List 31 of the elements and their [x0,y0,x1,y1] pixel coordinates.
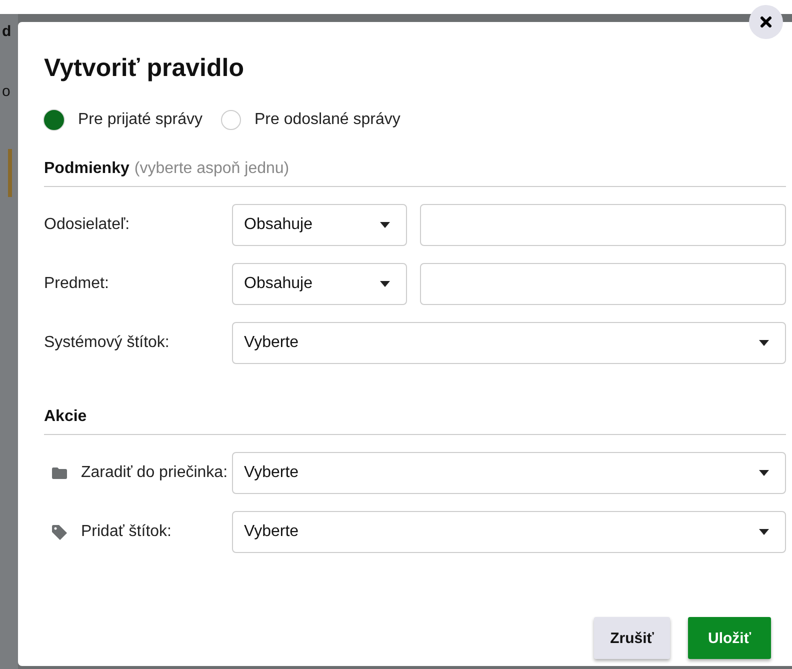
select-dropdown[interactable]: Vyberte [232,322,786,364]
close-button[interactable] [749,5,783,39]
select-dropdown[interactable]: Vyberte [232,452,786,494]
field-label: Systémový štítok: [44,334,170,352]
close-icon [760,16,772,28]
text-field[interactable] [420,263,786,305]
caret-icon [380,281,390,287]
field-label: Odosielateľ: [44,216,131,234]
section-hint: (vyberte aspoň jednu) [134,160,290,178]
field-label: Zaradiť do priečinka: [81,464,228,482]
caret-icon [759,529,769,535]
tag-icon [52,524,67,540]
caret-icon [759,340,769,346]
background-text: o [2,84,10,99]
radio-option[interactable]: Pre prijaté správy [44,110,202,130]
folder-icon [52,467,67,479]
operator-dropdown[interactable]: Obsahuje [232,263,407,305]
save-button[interactable]: Uložiť [688,617,771,659]
dialog-title: Vytvoriť pravidlo [44,53,245,84]
field-label: Predmet: [44,275,110,293]
operator-dropdown[interactable]: Obsahuje [232,204,407,246]
radio-option[interactable]: Pre odoslané správy [220,110,400,130]
text-field[interactable] [420,204,786,246]
select-dropdown[interactable]: Vyberte [232,511,786,553]
section-heading: Akcie [44,408,87,426]
caret-icon [380,222,390,228]
section-heading: Podmienky [44,160,130,178]
background-text: d [2,24,12,39]
caret-icon [759,470,769,476]
field-label: Pridať štítok: [81,523,172,541]
cancel-button[interactable]: Zrušiť [594,617,670,659]
